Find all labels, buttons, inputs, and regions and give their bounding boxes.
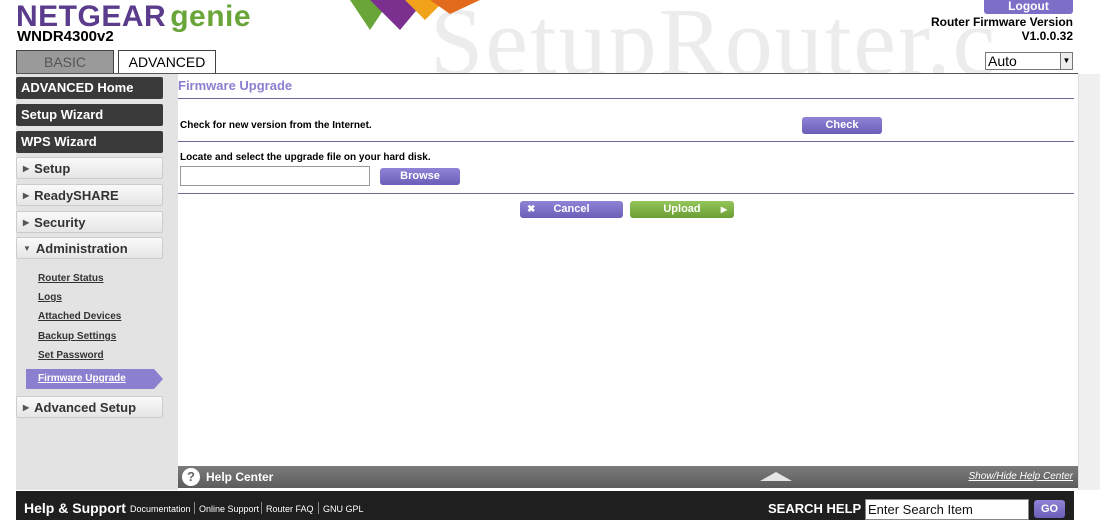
sidebar-link-attached-devices[interactable]: Attached Devices (38, 311, 121, 322)
sidebar-link-set-password[interactable]: Set Password (38, 350, 104, 361)
expand-arrow-icon: ▶ (23, 218, 30, 227)
footer-link-router-faq[interactable]: Router FAQ (266, 504, 314, 514)
check-button[interactable]: Check (802, 117, 882, 134)
tab-basic[interactable]: BASIC (16, 50, 114, 74)
sidebar-item-advanced-setup[interactable]: ▶ Advanced Setup (16, 396, 163, 418)
sidebar-link-router-status[interactable]: Router Status (38, 273, 104, 284)
sidebar-item-wps-wizard[interactable]: WPS Wizard (16, 131, 163, 153)
footer-link-online-support[interactable]: Online Support (199, 504, 259, 514)
sidebar-link-backup-settings[interactable]: Backup Settings (38, 331, 116, 342)
brand-graphic (350, 0, 480, 30)
section-divider (178, 141, 1074, 142)
locate-label: Locate and select the upgrade file on yo… (180, 152, 431, 163)
sidebar-item-administration[interactable]: ▼ Administration (16, 237, 163, 259)
help-support-title: Help & Support (24, 500, 126, 516)
help-center-bar (178, 466, 1078, 488)
firmware-version: V1.0.0.32 (1021, 29, 1073, 43)
page-title: Firmware Upgrade (178, 78, 293, 93)
browse-button[interactable]: Browse (380, 168, 460, 185)
sidebar-item-label: Security (34, 215, 86, 230)
firmware-label: Router Firmware Version (930, 15, 1073, 29)
show-hide-help-link[interactable]: Show/Hide Help Center (969, 471, 1074, 482)
sidebar-link-firmware-upgrade[interactable]: Firmware Upgrade (26, 369, 163, 389)
expand-arrow-icon: ▶ (23, 164, 30, 173)
expand-arrow-icon: ▶ (23, 191, 30, 200)
sidebar-item-label: Advanced Setup (34, 400, 137, 415)
footer-separator (261, 502, 262, 514)
brand-genie: genie (170, 0, 252, 33)
sidebar-item-setup[interactable]: ▶ Setup (16, 157, 163, 179)
help-icon: ? (182, 468, 200, 486)
footer-link-documentation[interactable]: Documentation (130, 504, 191, 514)
play-arrow-icon: ▶ (720, 205, 727, 214)
sidebar-link-logs[interactable]: Logs (38, 292, 62, 303)
footer-link-gnu-gpl[interactable]: GNU GPL (323, 504, 364, 514)
search-input[interactable]: Enter Search Item (865, 499, 1029, 520)
sidebar-item-setup-wizard[interactable]: Setup Wizard (16, 104, 163, 126)
cancel-button[interactable]: ✖ Cancel (520, 201, 623, 218)
router-model: WNDR4300v2 (17, 28, 114, 45)
check-label: Check for new version from the Internet. (180, 120, 372, 131)
section-divider (178, 193, 1074, 194)
sidebar-item-readyshare[interactable]: ▶ ReadySHARE (16, 184, 163, 206)
sidebar-item-security[interactable]: ▶ Security (16, 211, 163, 233)
language-value: Auto (988, 53, 1017, 69)
search-help-label: SEARCH HELP (768, 501, 862, 516)
collapse-arrow-icon: ▼ (23, 244, 31, 253)
expand-arrow-icon: ▶ (23, 403, 30, 412)
router-admin-page: SetupRouter.c NETGEAR genie WNDR4300v2 BA… (0, 0, 1100, 520)
sidebar-item-label: Administration (35, 241, 128, 256)
sidebar-item-label: Setup (34, 161, 71, 176)
logout-button[interactable]: Logout (984, 0, 1073, 14)
search-go-button[interactable]: GO (1034, 500, 1065, 518)
footer-separator (318, 502, 319, 514)
close-icon: ✖ (527, 204, 536, 215)
dropdown-arrow-icon[interactable]: ▼ (1060, 53, 1072, 69)
title-divider (178, 98, 1074, 99)
help-center-title: Help Center (206, 470, 274, 484)
firmware-info: Router Firmware Version V1.0.0.32 (931, 15, 1073, 43)
cancel-label: Cancel (553, 203, 590, 215)
upload-button[interactable]: Upload ▶ (630, 201, 734, 218)
sidebar-item-label: ReadySHARE (34, 188, 119, 203)
tab-advanced[interactable]: ADVANCED (118, 50, 216, 74)
expand-up-icon[interactable] (760, 472, 792, 481)
language-select[interactable]: Auto ▼ (985, 52, 1073, 70)
main-content (178, 74, 1078, 466)
sidebar-item-advanced-home[interactable]: ADVANCED Home (16, 77, 163, 99)
file-path-input[interactable] (180, 166, 370, 186)
scrollbar[interactable] (1078, 74, 1100, 490)
footer-separator (194, 502, 195, 514)
upload-label: Upload (663, 203, 701, 215)
